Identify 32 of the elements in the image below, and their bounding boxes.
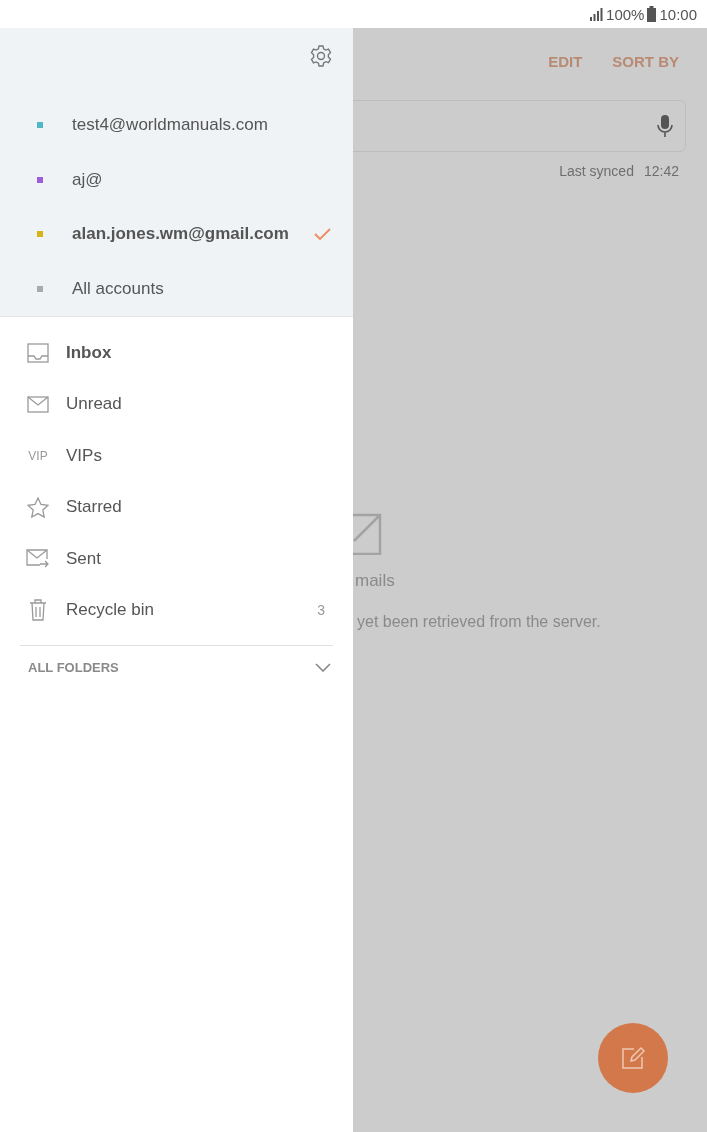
folder-item[interactable]: Inbox <box>0 327 353 379</box>
folder-item[interactable]: VIP VIPs <box>0 430 353 482</box>
chevron-icon <box>315 663 331 672</box>
last-synced-label: Last synced <box>559 163 634 179</box>
signal-icon <box>589 7 604 21</box>
vip-icon: VIP <box>28 448 48 463</box>
folder-item[interactable]: Sent <box>0 533 353 585</box>
envelope-icon <box>27 395 49 413</box>
search-field[interactable] <box>353 100 686 152</box>
trash-icon <box>29 599 47 622</box>
inbox-icon <box>27 342 49 363</box>
folder-item[interactable]: Unread <box>0 378 353 430</box>
empty-message: yet been retrieved from the server. <box>356 613 601 631</box>
clock-time: 10:00 <box>659 5 697 23</box>
account-item[interactable]: test4@worldmanuals.com <box>0 97 353 153</box>
item-count: 3 <box>317 602 325 619</box>
sent-mail-icon <box>26 548 50 569</box>
folder-item[interactable]: Recycle bin 3 <box>0 584 353 636</box>
account-item[interactable]: All accounts <box>0 261 353 316</box>
folder-item[interactable]: Starred <box>0 481 353 533</box>
star-icon <box>27 496 49 518</box>
account-item[interactable]: aj@ <box>0 152 353 207</box>
account-item[interactable]: alan.jones.wm@gmail.com <box>0 206 353 262</box>
settings-icon[interactable] <box>309 44 333 68</box>
battery-icon <box>647 6 657 22</box>
battery-percent: 100% <box>606 5 645 23</box>
microphone-icon[interactable] <box>657 114 673 138</box>
empty-mail-icon <box>353 513 382 555</box>
last-synced-time: 12:42 <box>643 163 679 179</box>
compose-icon <box>621 1046 645 1070</box>
empty-title: mails <box>354 571 395 591</box>
check-icon <box>314 228 331 241</box>
